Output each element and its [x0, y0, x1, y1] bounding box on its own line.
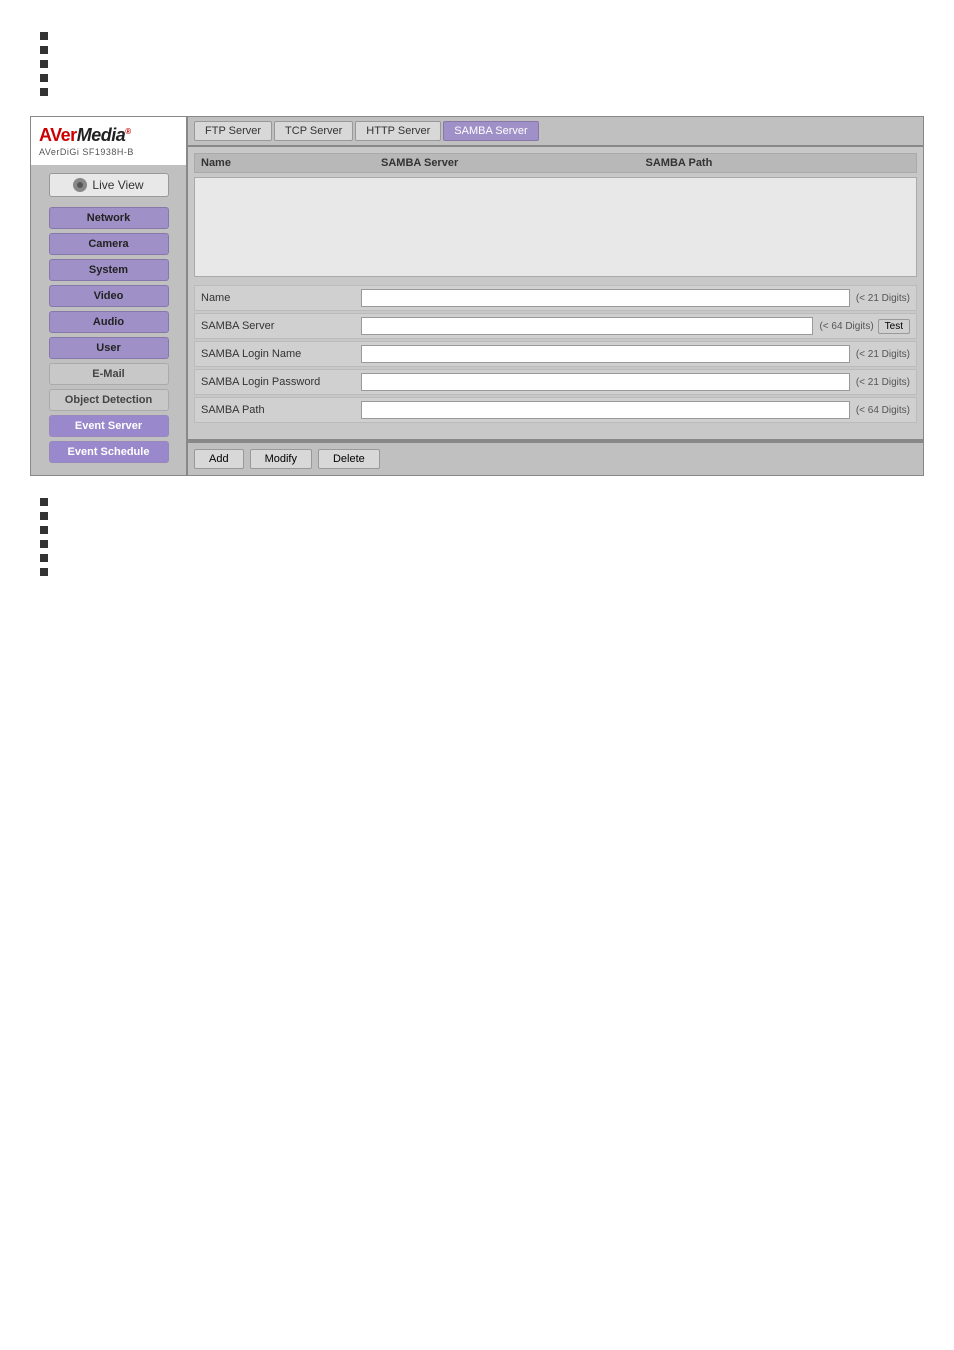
bullet-icon [40, 46, 48, 54]
bullet-item [40, 72, 924, 82]
table-header: Name SAMBA Server SAMBA Path [194, 153, 917, 173]
bullet-icon [40, 526, 48, 534]
sidebar-item-event-schedule[interactable]: Event Schedule [49, 441, 169, 463]
col-samba-server: SAMBA Server [381, 157, 646, 169]
hint-login-password: (< 21 Digits) [856, 377, 910, 388]
form-row-samba-path: SAMBA Path (< 64 Digits) [194, 397, 917, 423]
bullet-icon [40, 88, 48, 96]
form-row-name: Name (< 21 Digits) [194, 285, 917, 311]
bullet-item [40, 30, 924, 40]
bullet-icon [40, 60, 48, 68]
bullet-icon [40, 554, 48, 562]
col-samba-path: SAMBA Path [646, 157, 911, 169]
form-row-login-password: SAMBA Login Password (< 21 Digits) [194, 369, 917, 395]
live-view-icon [73, 178, 87, 192]
bullet-item [40, 510, 924, 520]
label-login-name: SAMBA Login Name [201, 348, 361, 360]
content-area: Name SAMBA Server SAMBA Path Name (< 21 … [188, 147, 923, 439]
logo-sub: AVerDiGi SF1938H-B [39, 147, 134, 157]
tabs-row: FTP Server TCP Server HTTP Server SAMBA … [188, 117, 923, 145]
label-name: Name [201, 292, 361, 304]
bullet-item [40, 552, 924, 562]
hint-samba-server: (< 64 Digits) [819, 321, 873, 332]
live-view-label: Live View [92, 178, 143, 192]
sidebar-item-audio[interactable]: Audio [49, 311, 169, 333]
sidebar-item-email[interactable]: E-Mail [49, 363, 169, 385]
modify-button[interactable]: Modify [250, 449, 312, 469]
bullet-item [40, 86, 924, 96]
label-login-password: SAMBA Login Password [201, 376, 361, 388]
bullet-icon [40, 540, 48, 548]
live-icon-inner [77, 182, 83, 188]
input-login-password[interactable] [361, 373, 850, 391]
input-name[interactable] [361, 289, 850, 307]
form-row-samba-server: SAMBA Server (< 64 Digits) Test [194, 313, 917, 339]
top-bullet-list [40, 30, 924, 96]
test-button[interactable]: Test [878, 319, 910, 334]
hint-name: (< 21 Digits) [856, 293, 910, 304]
tab-tcp-server[interactable]: TCP Server [274, 121, 353, 141]
bullet-item [40, 566, 924, 576]
bottom-bullet-list [40, 496, 924, 576]
bullet-item [40, 524, 924, 534]
sidebar-item-network[interactable]: Network [49, 207, 169, 229]
bullet-icon [40, 568, 48, 576]
tab-samba-server[interactable]: SAMBA Server [443, 121, 538, 141]
input-samba-path[interactable] [361, 401, 850, 419]
input-samba-server[interactable] [361, 317, 813, 335]
bullet-item [40, 44, 924, 54]
tab-http-server[interactable]: HTTP Server [355, 121, 441, 141]
table-body [194, 177, 917, 277]
bullet-item [40, 538, 924, 548]
label-samba-server: SAMBA Server [201, 320, 361, 332]
delete-button[interactable]: Delete [318, 449, 380, 469]
main-container: AVerMedia® AVerDiGi SF1938H-B Live View … [30, 116, 924, 476]
hint-login-name: (< 21 Digits) [856, 349, 910, 360]
sidebar-item-camera[interactable]: Camera [49, 233, 169, 255]
form-row-login-name: SAMBA Login Name (< 21 Digits) [194, 341, 917, 367]
bullet-item [40, 496, 924, 506]
bullet-icon [40, 498, 48, 506]
bullet-icon [40, 74, 48, 82]
tab-ftp-server[interactable]: FTP Server [194, 121, 272, 141]
action-row: Add Modify Delete [188, 441, 923, 475]
sidebar-item-user[interactable]: User [49, 337, 169, 359]
sidebar-item-object-detection[interactable]: Object Detection [49, 389, 169, 411]
live-view-button[interactable]: Live View [49, 173, 169, 197]
logo-brand: AVerMedia® [39, 125, 131, 146]
spacer [194, 427, 917, 433]
sidebar-item-video[interactable]: Video [49, 285, 169, 307]
add-button[interactable]: Add [194, 449, 244, 469]
form-section: Name (< 21 Digits) SAMBA Server (< 64 Di… [194, 285, 917, 423]
bullet-icon [40, 512, 48, 520]
bullet-item [40, 58, 924, 68]
hint-samba-path: (< 64 Digits) [856, 405, 910, 416]
sidebar-item-system[interactable]: System [49, 259, 169, 281]
sidebar-item-event-server[interactable]: Event Server [49, 415, 169, 437]
bullet-icon [40, 32, 48, 40]
logo-area: AVerMedia® AVerDiGi SF1938H-B [31, 117, 186, 165]
main-content: FTP Server TCP Server HTTP Server SAMBA … [188, 117, 923, 475]
input-login-name[interactable] [361, 345, 850, 363]
sidebar: AVerMedia® AVerDiGi SF1938H-B Live View … [31, 117, 186, 475]
col-name: Name [201, 157, 381, 169]
label-samba-path: SAMBA Path [201, 404, 361, 416]
